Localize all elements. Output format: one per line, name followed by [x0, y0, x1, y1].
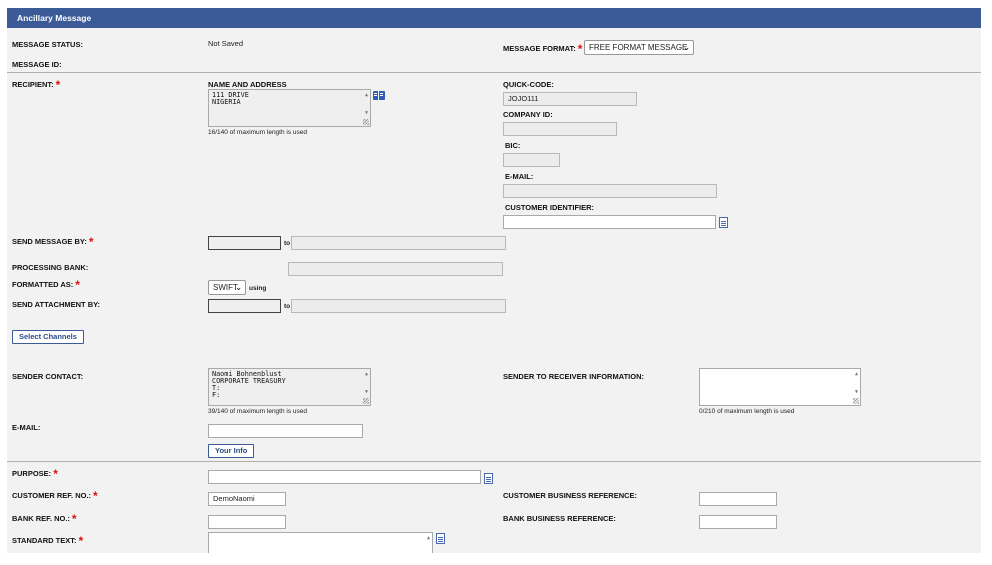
customer-ref-label: CUSTOMER REF. NO.: * [12, 488, 98, 503]
name-address-textarea[interactable]: 111 DRIVE NIGERIA ▲ ▼ [208, 89, 371, 127]
purpose-label: PURPOSE: * [12, 466, 58, 481]
message-format-select[interactable]: FREE FORMAT MESSAGE ⌄ [584, 40, 694, 55]
name-address-length-note: 16/140 of maximum length is used [208, 129, 307, 136]
required-asterisk: * [53, 466, 58, 481]
company-id-label: COMPANY ID: [503, 110, 553, 119]
formatted-as-label: FORMATTED AS: * [12, 277, 80, 292]
ancillary-message-panel: Ancillary Message MESSAGE STATUS: Not Sa… [7, 8, 981, 553]
sender-to-receiver-label: SENDER TO RECEIVER INFORMATION: [503, 372, 644, 381]
send-attachment-by-input[interactable] [208, 299, 281, 313]
required-asterisk: * [75, 277, 80, 292]
sender-contact-length-note: 39/140 of maximum length is used [208, 408, 307, 415]
recipient-label: RECIPIENT: * [12, 77, 61, 92]
scroll-up-icon[interactable]: ▲ [855, 371, 858, 378]
send-message-by-label: SEND MESSAGE BY: * [12, 234, 94, 249]
required-asterisk: * [71, 511, 77, 526]
address-book-icon[interactable] [373, 91, 385, 100]
send-attachment-to-input[interactable] [291, 299, 506, 313]
chevron-down-icon: ⌄ [235, 283, 242, 292]
divider [7, 461, 981, 462]
resize-grip[interactable] [363, 398, 369, 404]
email-input[interactable] [208, 424, 363, 438]
bank-business-ref-input[interactable] [699, 515, 777, 529]
divider [7, 72, 981, 73]
bank-ref-label: BANK REF. NO.: * [12, 511, 77, 526]
required-asterisk: * [55, 77, 61, 92]
processing-bank-input[interactable] [288, 262, 503, 276]
purpose-input[interactable] [208, 470, 481, 484]
select-channels-button[interactable]: Select Channels [12, 330, 84, 344]
standard-text-label: STANDARD TEXT: * [12, 533, 84, 548]
formatted-as-select[interactable]: SWIFT ⌄ [208, 280, 246, 295]
scroll-down-icon[interactable]: ▼ [855, 389, 858, 396]
required-asterisk: * [78, 533, 84, 548]
quick-code-label: QUICK-CODE: [503, 80, 554, 89]
sender-to-receiver-length-note: 0/210 of maximum length is used [699, 408, 795, 415]
message-status-value: Not Saved [208, 39, 244, 48]
send-message-by-input[interactable] [208, 236, 281, 250]
scroll-down-icon[interactable]: ▼ [365, 110, 368, 117]
customer-ref-input[interactable]: DemoNaomi [208, 492, 286, 506]
bic-label: BIC: [505, 141, 521, 150]
email-label: E-MAIL: [12, 423, 41, 432]
scroll-up-icon[interactable]: ▲ [365, 371, 368, 378]
using-text: using [249, 285, 267, 292]
required-asterisk: * [93, 488, 98, 503]
chevron-down-icon: ⌄ [683, 43, 690, 52]
standard-text-textarea[interactable]: ▲ [208, 532, 433, 553]
name-address-label: NAME AND ADDRESS [208, 80, 287, 89]
quick-code-input[interactable]: JOJO111 [503, 92, 637, 106]
to-text: to [284, 303, 291, 310]
sender-contact-label: SENDER CONTACT: [12, 372, 84, 381]
message-format-label: MESSAGE FORMAT: * [503, 41, 583, 56]
customer-business-ref-label: CUSTOMER BUSINESS REFERENCE: [503, 491, 638, 500]
message-id-label: MESSAGE ID: [12, 60, 62, 69]
document-lookup-icon[interactable] [436, 533, 445, 544]
bank-ref-input[interactable] [208, 515, 286, 529]
bic-input[interactable] [503, 153, 560, 167]
your-info-button[interactable]: Your Info [208, 444, 255, 458]
scroll-down-icon[interactable]: ▼ [365, 389, 368, 396]
to-text: to [284, 240, 291, 247]
customer-identifier-input[interactable] [503, 215, 716, 229]
required-asterisk: * [577, 41, 583, 56]
customer-identifier-label: CUSTOMER IDENTIFIER: [505, 203, 595, 212]
panel-header: Ancillary Message [7, 8, 981, 28]
document-lookup-icon[interactable] [484, 473, 493, 484]
send-attachment-by-label: SEND ATTACHMENT BY: [12, 300, 101, 309]
bank-business-ref-label: BANK BUSINESS REFERENCE: [503, 514, 616, 523]
required-asterisk: * [88, 234, 94, 249]
resize-grip[interactable] [363, 119, 369, 125]
scroll-up-icon[interactable]: ▲ [365, 92, 368, 99]
document-lookup-icon[interactable] [719, 217, 728, 228]
message-status-label: MESSAGE STATUS: [12, 40, 83, 49]
sender-contact-textarea[interactable]: Naomi Bohnenblust CORPORATE TREASURY T: … [208, 368, 371, 406]
send-message-to-input[interactable] [291, 236, 506, 250]
company-id-input[interactable] [503, 122, 617, 136]
customer-business-ref-input[interactable] [699, 492, 777, 506]
processing-bank-label: PROCESSING BANK: [12, 263, 89, 272]
recipient-email-input[interactable] [503, 184, 717, 198]
resize-grip[interactable] [853, 398, 859, 404]
recipient-email-label: E-MAIL: [505, 172, 534, 181]
sender-to-receiver-textarea[interactable]: ▲ ▼ [699, 368, 861, 406]
scroll-up-icon[interactable]: ▲ [427, 535, 430, 542]
